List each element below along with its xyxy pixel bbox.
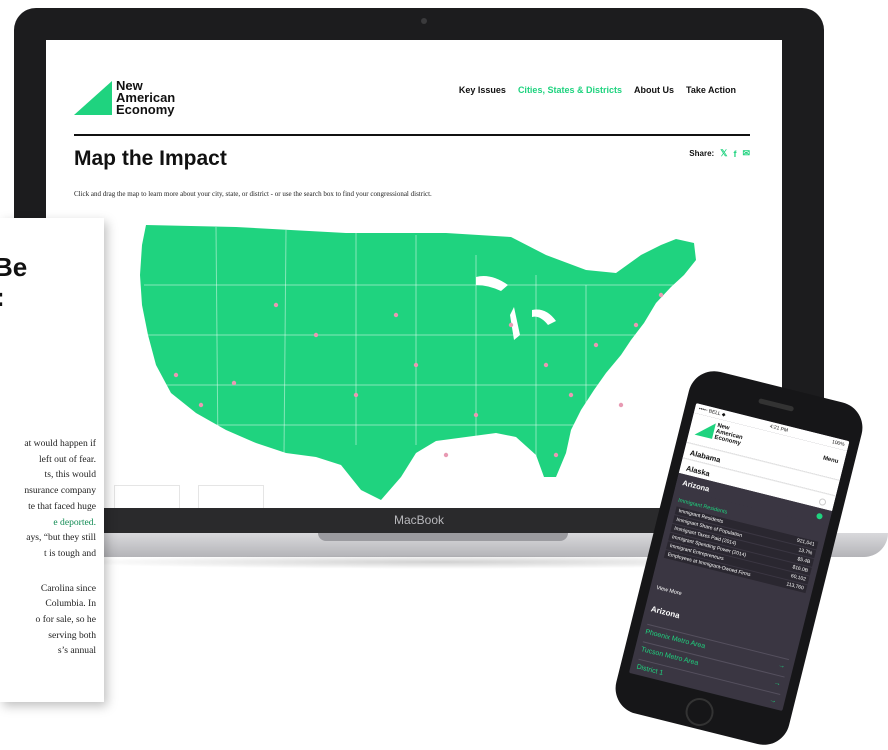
link-label: District 1 <box>635 663 664 677</box>
laptop-notch <box>318 533 568 541</box>
radio-icon <box>818 497 827 507</box>
headline-fragment: : <box>0 282 5 312</box>
article-line: s’s annual <box>57 645 96 657</box>
facebook-icon[interactable]: f <box>733 149 736 159</box>
twitter-icon[interactable]: 𝕏 <box>720 148 727 159</box>
laptop-screen: New American Economy Key Issues Cities, … <box>46 40 782 508</box>
article-line: t is tough and <box>44 547 96 559</box>
article-line: Carolina since <box>40 582 96 594</box>
article-line: o for sale, so he <box>35 614 96 626</box>
article-body: at would happen if left out of fear. ts,… <box>0 436 96 659</box>
share-label: Share: <box>689 149 715 158</box>
article-line: ays, “but they still <box>26 532 96 544</box>
article-line: Columbia. In <box>45 598 96 610</box>
article-line: ts, this would <box>44 469 96 481</box>
site-logo[interactable]: New American Economy <box>74 79 175 117</box>
state-label: Arizona <box>681 478 711 494</box>
logo-line: Economy <box>116 102 175 117</box>
section-title: Arizona <box>650 604 681 621</box>
map-instructions: Click and drag the map to learn more abo… <box>74 190 432 198</box>
logo-triangle-icon <box>694 419 716 439</box>
hawaii-inset-map[interactable] <box>198 485 264 508</box>
article-line: at would happen if <box>24 438 96 449</box>
nav-about-us[interactable]: About Us <box>634 85 674 95</box>
share-bar: Share: 𝕏 f ✉ <box>689 148 750 159</box>
nav-take-action[interactable]: Take Action <box>686 85 736 95</box>
main-nav: Key Issues Cities, States & Districts Ab… <box>459 85 736 95</box>
page-title: Map the Impact <box>74 147 227 170</box>
email-icon[interactable]: ✉ <box>742 148 750 159</box>
logo-triangle-icon <box>74 81 112 115</box>
arrow-right-icon: → <box>773 679 782 688</box>
view-more-link[interactable]: View More <box>656 585 683 597</box>
header-divider <box>74 134 750 136</box>
arrow-right-icon: → <box>768 696 778 706</box>
article-card: Be : at would happen if left out of fear… <box>0 218 104 702</box>
us-mainland-shape[interactable] <box>140 225 696 500</box>
article-line: nsurance company <box>24 485 96 497</box>
nav-cities-states-districts[interactable]: Cities, States & Districts <box>518 85 622 95</box>
selected-dot-icon <box>815 512 824 520</box>
headline-fragment: Be <box>0 252 28 282</box>
article-line: left out of fear. <box>38 453 96 465</box>
arrow-right-icon: → <box>777 661 786 671</box>
menu-button[interactable]: Menu <box>822 455 839 465</box>
us-map[interactable] <box>116 215 756 505</box>
article-line: serving both <box>48 629 96 641</box>
alaska-inset-map[interactable] <box>114 485 180 508</box>
camera-icon <box>421 18 427 24</box>
article-link-deported[interactable]: e deported. <box>0 515 96 531</box>
article-line: te that faced huge <box>28 500 96 512</box>
nav-key-issues[interactable]: Key Issues <box>459 85 506 95</box>
